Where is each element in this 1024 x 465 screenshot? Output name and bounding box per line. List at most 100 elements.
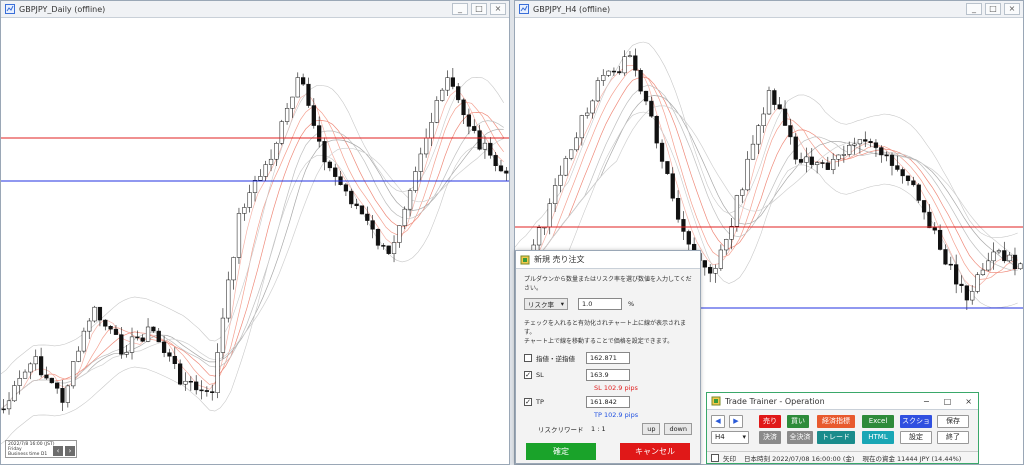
- sell-order-dialog: 新規 売り注文 プルダウンから数量またはリスク率を選び数値を入力してください。 …: [515, 250, 701, 464]
- risk-reward-label: リスクリワード: [538, 426, 584, 434]
- economic-indicators-button[interactable]: 経済指標: [817, 415, 855, 428]
- limit-label: 指値・逆指値: [536, 355, 575, 363]
- daily-candles-svg[interactable]: [1, 19, 509, 464]
- sl-price-input[interactable]: 163.9: [586, 369, 630, 381]
- settle-all-button[interactable]: 全決済: [787, 431, 813, 444]
- candle-body: [820, 162, 825, 164]
- candle-body: [97, 306, 103, 321]
- current-time-text: 日本時刻 2022/07/08 16:00:00 (金): [744, 454, 855, 463]
- confirm-button[interactable]: 確定: [526, 443, 596, 460]
- cancel-button[interactable]: キャンセル: [620, 443, 690, 460]
- candle-body: [825, 162, 830, 170]
- candle-body: [76, 350, 81, 362]
- candle-body: [809, 156, 814, 165]
- minimize-icon[interactable]: _: [966, 3, 982, 15]
- candle-body: [129, 336, 135, 353]
- h4-chart-titlebar[interactable]: GBPJPY_H4 (offline) _ □ ×: [515, 1, 1023, 18]
- save-button[interactable]: 保存: [937, 415, 969, 428]
- arrow-checkbox[interactable]: [711, 453, 719, 462]
- candle-body: [210, 391, 215, 393]
- candle-body: [590, 100, 595, 114]
- restore-icon[interactable]: □: [471, 3, 487, 15]
- sell-button[interactable]: 売り: [759, 415, 781, 428]
- candle-body: [611, 70, 617, 73]
- scroll-right-button[interactable]: ›: [65, 446, 75, 456]
- candle-body: [488, 142, 493, 156]
- candle-body: [231, 257, 236, 281]
- scroll-left-button[interactable]: ‹: [53, 446, 63, 456]
- candle-body: [675, 198, 681, 220]
- prev-bar-button[interactable]: ◀: [711, 415, 725, 428]
- dialog-description: プルダウンから数量またはリスク率を選び数値を入力してください。: [524, 276, 692, 292]
- candle-body: [268, 158, 274, 165]
- tp-price-input[interactable]: 161.842: [586, 396, 630, 408]
- trade-trainer-titlebar[interactable]: Trade Trainer - Operation − □ ×: [707, 393, 978, 410]
- candle-body: [729, 226, 734, 240]
- screenshot-button[interactable]: スクショ: [900, 415, 932, 428]
- risk-value-input[interactable]: 1.0: [578, 298, 622, 310]
- up-button[interactable]: up: [642, 423, 661, 435]
- candle-body: [423, 137, 429, 155]
- candle-body: [574, 137, 579, 151]
- close-icon[interactable]: ×: [1004, 3, 1020, 15]
- chart-app-icon: [5, 4, 15, 14]
- candle-body: [445, 77, 450, 91]
- close-icon[interactable]: ×: [965, 397, 972, 406]
- excel-button[interactable]: Excel: [862, 415, 894, 428]
- settings-button[interactable]: 設定: [900, 431, 932, 444]
- settle-button[interactable]: 決済: [759, 431, 781, 444]
- candle-body: [247, 192, 252, 208]
- candle-body: [161, 341, 167, 353]
- candle-body: [708, 266, 713, 274]
- candle-body: [772, 90, 777, 105]
- candle-body: [804, 156, 809, 163]
- candle-body: [493, 155, 498, 166]
- candle-body: [359, 205, 365, 215]
- restore-icon[interactable]: □: [985, 3, 1001, 15]
- candle-body: [686, 231, 691, 245]
- daily-price-chart[interactable]: [1, 19, 509, 464]
- tp-checkbox[interactable]: ✓: [524, 398, 532, 406]
- next-bar-button[interactable]: ▶: [729, 415, 743, 428]
- candle-body: [873, 142, 879, 148]
- minimize-icon[interactable]: _: [452, 3, 468, 15]
- candle-body: [996, 250, 1002, 253]
- candle-body: [402, 208, 407, 226]
- candle-body: [579, 115, 584, 139]
- sl-pips-text: SL 102.9 pips: [594, 384, 638, 392]
- candle-body: [681, 219, 686, 232]
- dialog-titlebar[interactable]: 新規 売り注文: [516, 251, 700, 269]
- trade-button[interactable]: トレード: [817, 431, 855, 444]
- candle-body: [33, 356, 38, 365]
- html-button[interactable]: HTML: [862, 431, 894, 444]
- down-button[interactable]: down: [664, 423, 692, 435]
- buy-button[interactable]: 買い: [787, 415, 809, 428]
- exit-button[interactable]: 終了: [937, 431, 969, 444]
- candle-body: [558, 174, 563, 186]
- limit-checkbox[interactable]: [524, 354, 532, 362]
- sl-checkbox[interactable]: ✓: [524, 371, 532, 379]
- restore-icon[interactable]: □: [944, 397, 952, 406]
- candle-body: [585, 112, 590, 116]
- candle-body: [194, 381, 199, 391]
- candle-body: [381, 245, 386, 247]
- candle-body: [466, 114, 472, 127]
- candle-body: [22, 371, 28, 379]
- candle-body: [311, 105, 316, 126]
- timeframe-select[interactable]: H4 ▾: [711, 431, 749, 444]
- candle-body: [868, 141, 873, 143]
- candle-body: [927, 211, 932, 229]
- minimize-icon[interactable]: −: [923, 397, 930, 406]
- close-icon[interactable]: ×: [490, 3, 506, 15]
- candle-body: [756, 125, 761, 145]
- limit-price-input[interactable]: 162.871: [586, 352, 630, 364]
- candle-body: [617, 71, 622, 74]
- risk-type-select[interactable]: リスク率 ▾: [524, 298, 568, 310]
- candle-body: [1002, 250, 1007, 262]
- candle-body: [622, 56, 627, 74]
- candle-body: [852, 143, 857, 146]
- candle-body: [916, 184, 921, 201]
- daily-chart-titlebar[interactable]: GBPJPY_Daily (offline) _ □ ×: [1, 1, 509, 18]
- candle-body: [718, 249, 723, 269]
- candle-body: [665, 161, 670, 174]
